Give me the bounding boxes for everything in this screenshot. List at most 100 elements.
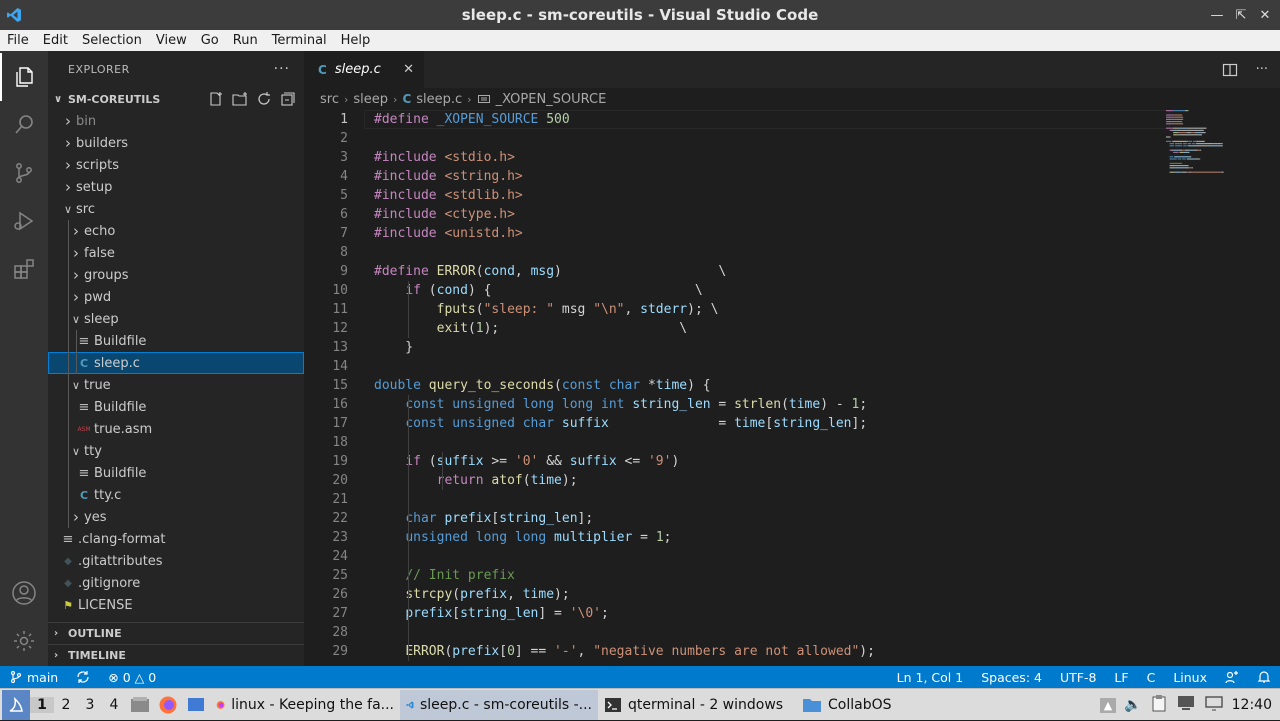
notifications-bell-icon[interactable] xyxy=(1248,670,1280,684)
outline-section[interactable]: › OUTLINE xyxy=(48,622,304,644)
refresh-icon[interactable] xyxy=(256,91,272,107)
code-line: return atof(time); xyxy=(374,471,578,490)
new-folder-icon[interactable] xyxy=(232,91,248,107)
close-tab-icon[interactable]: ✕ xyxy=(403,62,414,77)
workspace-1[interactable]: 1 xyxy=(30,696,54,713)
file-item[interactable]: ⚑ LICENSE xyxy=(48,594,304,616)
task-collabos[interactable]: CollabOS xyxy=(796,690,906,720)
folder-item[interactable]: › yes xyxy=(48,506,304,528)
sync-icon[interactable] xyxy=(67,670,99,684)
folder-item[interactable]: › groups xyxy=(48,264,304,286)
task-label: sleep.c - sm-coreutils -... xyxy=(420,696,592,713)
task-vscode[interactable]: sleep.c - sm-coreutils -... xyxy=(400,689,598,720)
minimap-stroke xyxy=(1188,167,1193,169)
file-item[interactable]: ≡ Buildfile xyxy=(48,396,304,418)
run-debug-icon[interactable] xyxy=(0,197,48,245)
code-token: = xyxy=(632,530,656,545)
indentation-status[interactable]: Spaces: 4 xyxy=(972,670,1051,685)
clipboard-icon[interactable] xyxy=(1150,694,1168,716)
split-editor-icon[interactable] xyxy=(1222,62,1238,78)
menu-go[interactable]: Go xyxy=(194,33,226,48)
file-item[interactable]: ≡ Buildfile xyxy=(48,462,304,484)
editor-more-icon[interactable]: ··· xyxy=(1256,62,1268,78)
search-icon[interactable] xyxy=(0,101,48,149)
folder-item[interactable]: › echo xyxy=(48,220,304,242)
minimap-stroke xyxy=(1195,158,1199,160)
menu-file[interactable]: File xyxy=(0,33,36,48)
minimap[interactable] xyxy=(1166,110,1266,230)
more-actions-icon[interactable]: ··· xyxy=(274,61,290,77)
problems-status[interactable]: ⊗ 0 △ 0 xyxy=(99,670,165,685)
code-token: char xyxy=(405,511,437,526)
tray-up-arrow-icon[interactable]: ▲ xyxy=(1099,697,1117,713)
file-item[interactable]: Csleep.c xyxy=(48,352,304,374)
volume-icon[interactable]: 🔈 xyxy=(1124,697,1141,713)
workspace-2[interactable]: 2 xyxy=(54,697,78,713)
firefox-icon[interactable] xyxy=(154,691,182,719)
code-token: time xyxy=(530,473,562,488)
menu-run[interactable]: Run xyxy=(226,33,265,48)
show-desktop-icon[interactable] xyxy=(182,691,210,719)
account-icon[interactable] xyxy=(0,569,48,617)
clock[interactable]: 12:40 xyxy=(1232,697,1272,713)
language-status[interactable]: C xyxy=(1138,670,1165,685)
feedback-icon[interactable] xyxy=(1216,670,1248,684)
breadcrumb-src[interactable]: src xyxy=(320,92,339,107)
file-item[interactable]: ◆ .gitattributes xyxy=(48,550,304,572)
explorer-icon[interactable] xyxy=(0,53,48,101)
code-token: time xyxy=(734,416,766,431)
file-item[interactable]: ◆ .gitignore xyxy=(48,572,304,594)
menu-terminal[interactable]: Terminal xyxy=(265,33,334,48)
minimap-stroke xyxy=(1186,171,1190,173)
platform-status[interactable]: Linux xyxy=(1164,670,1216,685)
folder-item[interactable]: › bin xyxy=(48,110,304,132)
timeline-section[interactable]: › TIMELINE xyxy=(48,644,304,666)
close-icon[interactable]: ✕ xyxy=(1258,8,1272,23)
folder-item[interactable]: › pwd xyxy=(48,286,304,308)
collapse-all-icon[interactable] xyxy=(280,91,296,107)
task-qterminal[interactable]: qterminal - 2 windows xyxy=(598,690,796,720)
file-item[interactable]: ≡ Buildfile xyxy=(48,330,304,352)
minimize-icon[interactable]: — xyxy=(1210,8,1224,23)
encoding-status[interactable]: UTF-8 xyxy=(1051,670,1105,685)
breadcrumb-file[interactable]: sleep.c xyxy=(416,92,462,107)
menu-selection[interactable]: Selection xyxy=(75,33,149,48)
workspace-3[interactable]: 3 xyxy=(78,697,102,713)
folder-item[interactable]: ∨ true xyxy=(48,374,304,396)
code-token: ); xyxy=(483,321,500,336)
branch-status[interactable]: main xyxy=(0,670,67,685)
new-file-icon[interactable] xyxy=(208,91,224,107)
folder-item[interactable]: ∨ sleep xyxy=(48,308,304,330)
breadcrumb-symbol[interactable]: _XOPEN_SOURCE xyxy=(496,92,607,107)
file-manager-icon[interactable] xyxy=(126,691,154,719)
folder-item[interactable]: › setup xyxy=(48,176,304,198)
workspace-4[interactable]: 4 xyxy=(102,697,126,713)
folder-item[interactable]: › scripts xyxy=(48,154,304,176)
code-token: '9' xyxy=(647,454,672,469)
extensions-icon[interactable] xyxy=(0,245,48,293)
file-item[interactable]: Ctty.c xyxy=(48,484,304,506)
eol-status[interactable]: LF xyxy=(1105,670,1137,685)
menu-help[interactable]: Help xyxy=(334,33,378,48)
folder-item[interactable]: ∨ tty xyxy=(48,440,304,462)
display-icon[interactable] xyxy=(1204,694,1224,716)
network-icon[interactable] xyxy=(1176,694,1196,716)
settings-gear-icon[interactable] xyxy=(0,617,48,665)
minimap-stroke xyxy=(1173,132,1178,134)
start-menu-icon[interactable] xyxy=(2,689,30,720)
file-item[interactable]: ASM true.asm xyxy=(48,418,304,440)
cursor-position[interactable]: Ln 1, Col 1 xyxy=(888,670,973,685)
file-item[interactable]: ≡ .clang-format xyxy=(48,528,304,550)
menu-view[interactable]: View xyxy=(149,33,194,48)
source-control-icon[interactable] xyxy=(0,149,48,197)
tab-sleep-c[interactable]: C sleep.c ✕ xyxy=(304,51,424,88)
folder-item[interactable]: ∨ src xyxy=(48,198,304,220)
workspace-section[interactable]: ∨ SM-COREUTILS xyxy=(48,88,304,110)
task-firefox[interactable]: linux - Keeping the fa... xyxy=(210,690,400,720)
maximize-icon[interactable]: ⇱ xyxy=(1234,8,1248,23)
breadcrumb-sleep[interactable]: sleep xyxy=(353,92,388,107)
folder-item[interactable]: › builders xyxy=(48,132,304,154)
menu-edit[interactable]: Edit xyxy=(36,33,75,48)
folder-item[interactable]: › false xyxy=(48,242,304,264)
